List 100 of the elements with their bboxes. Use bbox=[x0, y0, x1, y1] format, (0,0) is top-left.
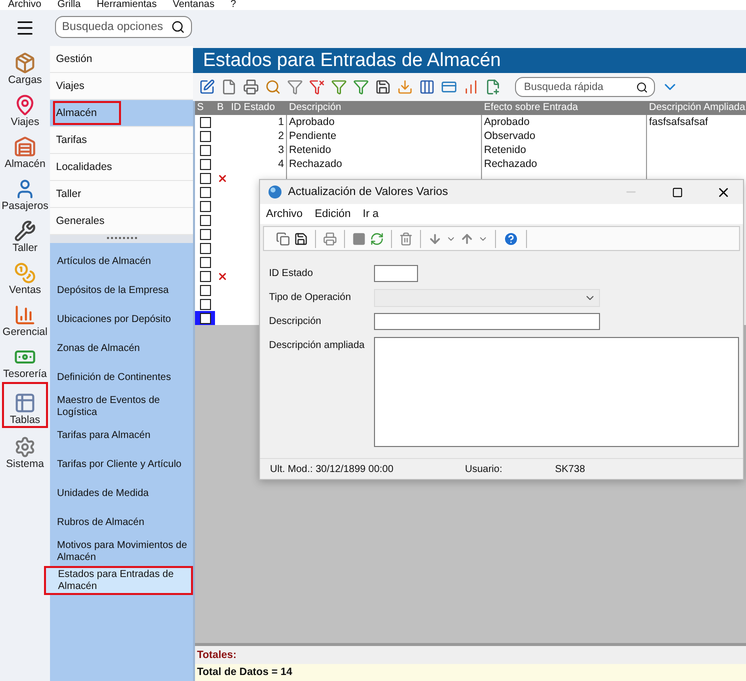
quick-search-field[interactable]: Busqueda rápida bbox=[515, 77, 655, 97]
module-button[interactable]: Gerencial bbox=[2, 298, 48, 340]
last-modified-text: Ult. Mod.: 30/12/1899 00:00 bbox=[270, 464, 394, 474]
row-selector-cell[interactable] bbox=[195, 311, 215, 325]
nav-item[interactable]: Tarifas por Cliente y Artículo bbox=[50, 450, 193, 479]
nav-item[interactable]: Rubros de Almacén bbox=[50, 508, 193, 537]
row-checkbox[interactable] bbox=[200, 186, 210, 198]
card-icon[interactable] bbox=[441, 79, 457, 95]
module-button[interactable]: Ventas bbox=[2, 256, 48, 298]
module-button[interactable]: Pasajeros bbox=[2, 172, 48, 214]
filter-icon[interactable] bbox=[287, 79, 303, 95]
nav-item[interactable]: Ubicaciones por Depósito bbox=[50, 305, 193, 334]
row-checkbox[interactable] bbox=[200, 130, 210, 142]
row-checkbox[interactable] bbox=[200, 144, 210, 156]
module-button[interactable]: Almacén bbox=[2, 130, 48, 172]
menu-item[interactable]: Archivo bbox=[8, 0, 42, 10]
menu-item[interactable]: Edición bbox=[314, 208, 351, 220]
row-checkbox[interactable] bbox=[200, 284, 210, 296]
table-cell: 4 bbox=[278, 158, 284, 170]
nav-group[interactable]: Almacén bbox=[50, 100, 193, 127]
help-icon[interactable] bbox=[503, 230, 519, 246]
column-header[interactable]: Descripción Ampliada bbox=[647, 101, 746, 115]
id-input[interactable] bbox=[374, 265, 418, 282]
field-label: Descripción bbox=[269, 315, 322, 329]
edit-icon[interactable] bbox=[199, 79, 215, 95]
menu-item[interactable]: Herramientas bbox=[96, 0, 157, 10]
table-cell: Retenido bbox=[289, 144, 332, 156]
nav-item[interactable]: Artículos de Almacén bbox=[50, 247, 193, 276]
nav-item[interactable]: Depósitos de la Empresa bbox=[50, 276, 193, 305]
wrench-icon bbox=[14, 220, 36, 242]
bar-chart-icon bbox=[14, 304, 36, 326]
search-field[interactable]: Busqueda opciones bbox=[55, 16, 192, 38]
nav-item[interactable]: Motivos para Movimientos de Almacén bbox=[50, 537, 193, 566]
nav-group[interactable]: Gestión bbox=[50, 46, 193, 73]
arrow-down-icon[interactable] bbox=[428, 232, 442, 246]
nav-group[interactable]: Generales bbox=[50, 208, 193, 235]
filter-icon[interactable] bbox=[331, 79, 347, 95]
nav-item[interactable]: Maestro de Eventos de Logística bbox=[50, 392, 193, 421]
copy-icon[interactable] bbox=[276, 232, 290, 246]
row-checkbox[interactable] bbox=[200, 270, 210, 282]
table-cell: Aprobado bbox=[484, 116, 530, 128]
table-cell: Pendiente bbox=[289, 130, 336, 142]
filter-icon[interactable] bbox=[353, 79, 369, 95]
columns-icon[interactable] bbox=[419, 79, 435, 95]
column-header[interactable]: Descripción bbox=[287, 101, 482, 115]
document-icon[interactable] bbox=[221, 79, 237, 95]
printer-icon[interactable] bbox=[323, 232, 337, 246]
nav-item[interactable]: Tarifas para Almacén bbox=[50, 421, 193, 450]
nav-item[interactable]: Definición de Continentes bbox=[50, 363, 193, 392]
field-label: Tipo de Operación bbox=[269, 291, 352, 305]
arrow-up-icon[interactable] bbox=[460, 232, 474, 246]
nav-item[interactable]: Unidades de Medida bbox=[50, 479, 193, 508]
table-cell: Retenido bbox=[484, 144, 526, 156]
row-checkbox[interactable] bbox=[200, 172, 210, 184]
row-checkbox[interactable] bbox=[200, 312, 210, 324]
row-checkbox[interactable] bbox=[200, 228, 210, 240]
row-checkbox[interactable] bbox=[200, 242, 210, 254]
menu-item[interactable]: ? bbox=[230, 0, 236, 10]
nav-item[interactable]: Estados para Entradas de Almacén bbox=[44, 566, 193, 595]
menu-item[interactable]: Ventanas bbox=[172, 0, 214, 10]
module-button[interactable]: Sistema bbox=[2, 428, 48, 472]
menu-item[interactable]: Grilla bbox=[57, 0, 81, 10]
row-checkbox[interactable] bbox=[200, 200, 210, 212]
nav-item[interactable]: Zonas de Almacén bbox=[50, 334, 193, 363]
row-checkbox[interactable] bbox=[200, 214, 210, 226]
table-cell: Observado bbox=[484, 130, 536, 142]
square-icon[interactable] bbox=[352, 232, 366, 246]
column-header[interactable]: ID Estado bbox=[229, 101, 287, 115]
printer-icon[interactable] bbox=[243, 79, 259, 95]
warehouse-icon bbox=[14, 136, 36, 158]
module-button[interactable]: Taller bbox=[2, 214, 48, 256]
module-button[interactable]: Tablas bbox=[2, 382, 48, 428]
extended-description-input[interactable] bbox=[374, 337, 739, 447]
nav-group[interactable]: Viajes bbox=[50, 73, 193, 100]
row-checkbox[interactable] bbox=[200, 116, 210, 128]
filter-clear-icon[interactable] bbox=[309, 79, 325, 95]
save-icon[interactable] bbox=[375, 79, 391, 95]
save-icon[interactable] bbox=[294, 232, 308, 246]
refresh-icon[interactable] bbox=[370, 232, 384, 246]
column-header[interactable]: B bbox=[215, 101, 229, 115]
nav-group[interactable]: Tarifas bbox=[50, 127, 193, 154]
menu-item[interactable]: Ir a bbox=[362, 208, 379, 220]
menu-item[interactable]: Archivo bbox=[266, 208, 303, 220]
row-checkbox[interactable] bbox=[200, 298, 210, 310]
nav-group[interactable]: Localidades bbox=[50, 154, 193, 181]
description-input[interactable] bbox=[374, 313, 600, 330]
row-checkbox[interactable] bbox=[200, 256, 210, 268]
search-input[interactable]: Busqueda opciones bbox=[62, 21, 171, 33]
column-header[interactable]: S bbox=[195, 101, 215, 115]
row-checkbox[interactable] bbox=[200, 158, 210, 170]
column-header[interactable]: Efecto sobre Entrada bbox=[482, 101, 647, 115]
trash-icon[interactable] bbox=[399, 232, 413, 246]
module-button[interactable]: Cargas bbox=[2, 44, 48, 88]
field-label: ID Estado bbox=[269, 267, 314, 281]
magnifier-icon[interactable] bbox=[265, 79, 281, 95]
module-button[interactable]: Viajes bbox=[2, 88, 48, 130]
nav-group[interactable]: Taller bbox=[50, 181, 193, 208]
bar-chart-icon[interactable] bbox=[463, 79, 479, 95]
module-button[interactable]: Tesorería bbox=[2, 340, 48, 382]
table-cell: 2 bbox=[278, 130, 284, 142]
